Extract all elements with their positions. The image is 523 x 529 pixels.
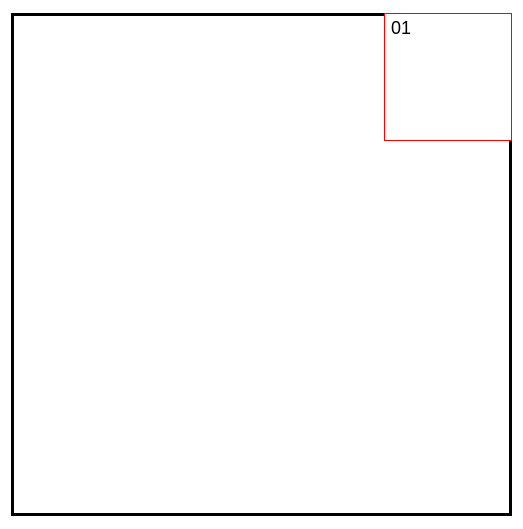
outer-container: 01 bbox=[11, 13, 512, 516]
cell-box: 01 bbox=[384, 13, 512, 141]
cell-label: 01 bbox=[391, 18, 411, 39]
